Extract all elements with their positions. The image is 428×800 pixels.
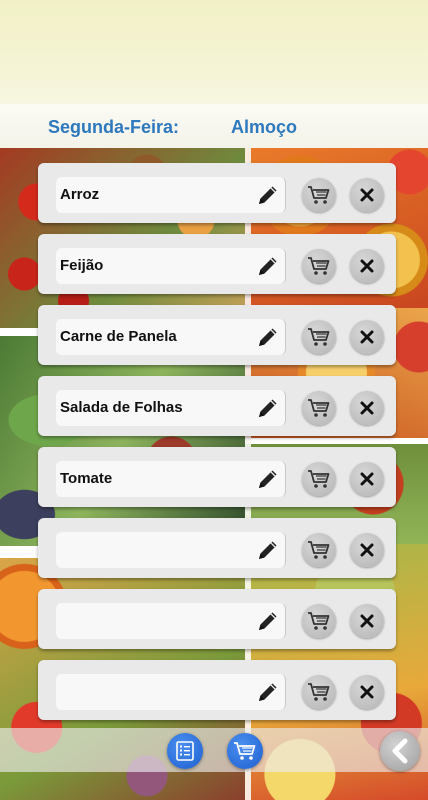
add-to-cart-button[interactable] bbox=[302, 249, 336, 283]
top-banner bbox=[0, 0, 428, 104]
delete-button[interactable] bbox=[350, 320, 384, 354]
meal-item-row bbox=[38, 589, 396, 649]
delete-button[interactable] bbox=[350, 462, 384, 496]
meal-item-row: Feijão bbox=[38, 234, 396, 294]
add-to-cart-button[interactable] bbox=[302, 604, 336, 638]
pencil-icon bbox=[255, 182, 281, 208]
meal-item-row bbox=[38, 660, 396, 720]
bottom-toolbar bbox=[0, 728, 428, 772]
list-icon bbox=[176, 741, 194, 761]
cart-icon bbox=[234, 742, 256, 760]
cart-icon bbox=[307, 539, 331, 561]
close-icon bbox=[359, 684, 375, 700]
pencil-icon bbox=[255, 679, 281, 705]
meal-item-row bbox=[38, 518, 396, 578]
cart-icon bbox=[307, 184, 331, 206]
cart-icon bbox=[307, 468, 331, 490]
edit-button[interactable] bbox=[250, 461, 286, 497]
close-icon bbox=[359, 329, 375, 345]
close-icon bbox=[359, 400, 375, 416]
delete-button[interactable] bbox=[350, 178, 384, 212]
delete-button[interactable] bbox=[350, 604, 384, 638]
add-to-cart-button[interactable] bbox=[302, 178, 336, 212]
cart-icon bbox=[307, 610, 331, 632]
list-button[interactable] bbox=[167, 733, 203, 769]
cart-icon bbox=[307, 255, 331, 277]
add-to-cart-button[interactable] bbox=[302, 533, 336, 567]
edit-button[interactable] bbox=[250, 532, 286, 568]
delete-button[interactable] bbox=[350, 249, 384, 283]
pencil-icon bbox=[255, 324, 281, 350]
pencil-icon bbox=[255, 466, 281, 492]
delete-button[interactable] bbox=[350, 391, 384, 425]
meal-item-row: Arroz bbox=[38, 163, 396, 223]
meal-item-row: Tomate bbox=[38, 447, 396, 507]
close-icon bbox=[359, 542, 375, 558]
delete-button[interactable] bbox=[350, 675, 384, 709]
edit-button[interactable] bbox=[250, 319, 286, 355]
cart-icon bbox=[307, 326, 331, 348]
meal-item-row: Carne de Panela bbox=[38, 305, 396, 365]
add-to-cart-button[interactable] bbox=[302, 675, 336, 709]
close-icon bbox=[359, 187, 375, 203]
cart-icon bbox=[307, 397, 331, 419]
add-to-cart-button[interactable] bbox=[302, 462, 336, 496]
add-to-cart-button[interactable] bbox=[302, 391, 336, 425]
edit-button[interactable] bbox=[250, 177, 286, 213]
edit-button[interactable] bbox=[250, 390, 286, 426]
meal-label: Almoço bbox=[231, 117, 298, 137]
shopping-list-button[interactable] bbox=[227, 733, 263, 769]
pencil-icon bbox=[255, 395, 281, 421]
cart-icon bbox=[307, 681, 331, 703]
close-icon bbox=[359, 471, 375, 487]
close-icon bbox=[359, 258, 375, 274]
add-to-cart-button[interactable] bbox=[302, 320, 336, 354]
pencil-icon bbox=[255, 537, 281, 563]
back-button[interactable] bbox=[380, 731, 420, 771]
edit-button[interactable] bbox=[250, 674, 286, 710]
close-icon bbox=[359, 613, 375, 629]
chevron-left-icon bbox=[392, 738, 408, 764]
edit-button[interactable] bbox=[250, 248, 286, 284]
edit-button[interactable] bbox=[250, 603, 286, 639]
meal-item-row: Salada de Folhas bbox=[38, 376, 396, 436]
day-label: Segunda-Feira: bbox=[48, 117, 180, 137]
delete-button[interactable] bbox=[350, 533, 384, 567]
pencil-icon bbox=[255, 253, 281, 279]
pencil-icon bbox=[255, 608, 281, 634]
